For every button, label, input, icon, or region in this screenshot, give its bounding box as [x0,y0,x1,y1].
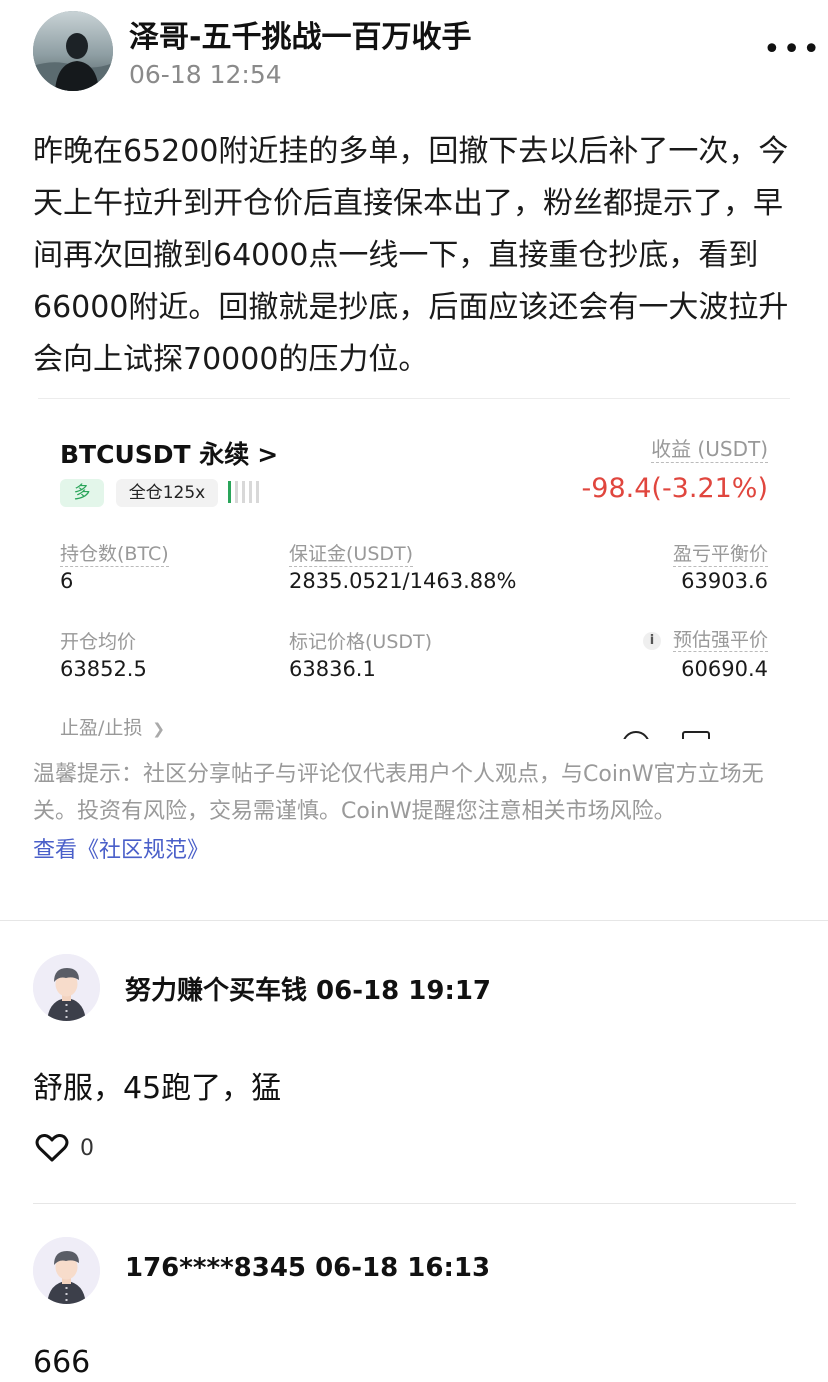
size-label: 持仓数(BTC) [60,539,169,567]
section-divider [0,920,828,921]
comment-author[interactable]: 176****8345 06-18 16:13 [125,1253,490,1283]
like-count: 0 [80,1136,94,1161]
mark-price-value: 63836.1 [289,657,376,681]
margin-label: 保证金(USDT) [289,539,414,567]
breakeven-value: 63903.6 [681,569,768,593]
post-body: 昨晚在65200附近挂的多单，回撤下去以后补了一次，今天上午拉升到开仓价后直接保… [33,134,789,377]
post-time: 06-18 12:54 [129,60,282,89]
mark-price-label: 标记价格(USDT) [289,631,433,653]
entry-price-value: 63852.5 [60,657,147,681]
comment-text: 666 [33,1345,91,1380]
liq-price-label: 预估强平价 [672,629,768,652]
profit-label: 收益 (USDT) [651,433,768,463]
signal-bars-icon [228,481,259,503]
comment-avatar[interactable] [33,1237,100,1304]
position-symbol[interactable]: BTCUSDT 永续 > [60,435,278,471]
symbol-label: BTCUSDT 永续 [60,440,250,469]
breakeven-label: 盈亏平衡价 [672,539,768,567]
info-icon[interactable]: i [642,632,661,650]
author-name[interactable]: 泽哥-五千挑战一百万收手 [129,12,471,56]
side-badge: 多 [60,479,104,507]
profit-value: -98.4(-3.21%) [581,473,768,504]
liq-price-value: 60690.4 [681,657,768,681]
community-rules-link[interactable]: 查看《社区规范》 [33,832,209,869]
community-disclaimer: 温馨提示：社区分享帖子与评论仅代表用户个人观点，与CoinW官方立场无关。投资有… [33,762,764,824]
margin-value: 2835.0521/1463.88% [289,569,517,593]
entry-price-label: 开仓均价 [60,631,137,653]
comment-author[interactable]: 努力赚个买车钱 06-18 19:17 [125,970,491,1007]
liq-price-label-group: i 预估强平价 [642,625,768,652]
heart-icon[interactable] [35,1133,69,1163]
comment-text: 舒服，45跑了，猛 [33,1071,282,1106]
clock-icon[interactable] [622,731,650,739]
position-card[interactable]: BTCUSDT 永续 > 收益 (USDT) 多 全仓125x -98.4(-3.… [38,398,790,739]
author-avatar[interactable] [33,11,113,91]
tpsl-label: 止盈/止损 [60,717,143,739]
comment-avatar[interactable] [33,954,100,1021]
chevron-right-icon: > [257,440,279,469]
chevron-right-icon: ❯ [152,720,165,738]
size-value: 6 [60,569,74,593]
share-icon[interactable]: ➜ [742,735,760,739]
more-options-icon[interactable]: ••• [763,35,822,65]
comment-divider [33,1203,796,1204]
edit-icon[interactable] [682,731,710,739]
margin-mode-badge: 全仓125x [116,479,218,507]
tpsl-link[interactable]: 止盈/止损 ❯ [60,713,165,739]
